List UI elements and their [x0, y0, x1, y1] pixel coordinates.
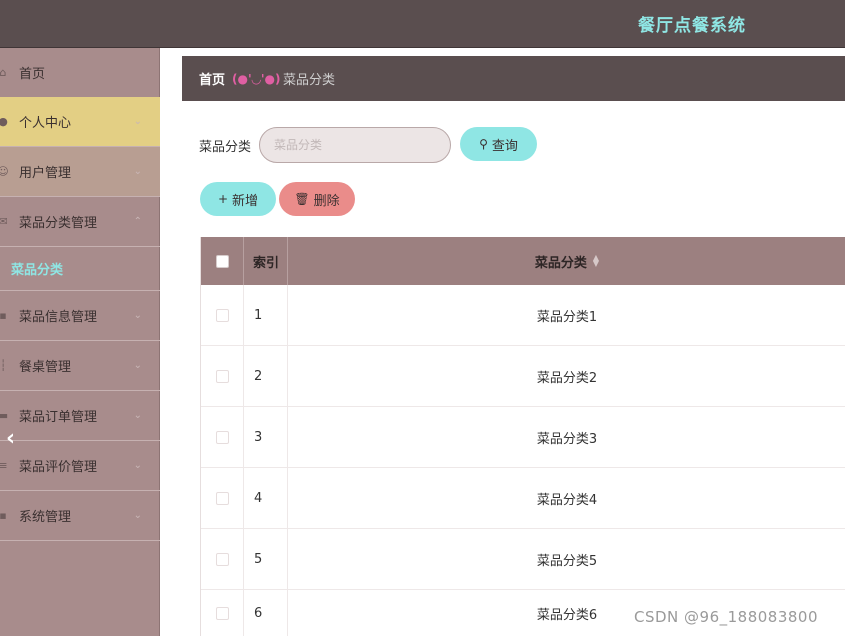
chevron-down-icon: ⌄ [133, 510, 142, 521]
home-icon: ⌂ [0, 66, 7, 79]
cell-index: 1 [244, 285, 288, 345]
search-input[interactable] [259, 127, 451, 163]
chat-icon: ▪ [0, 309, 7, 322]
add-button[interactable]: + 新增 [200, 182, 276, 216]
row-checkbox[interactable] [215, 430, 229, 444]
sidebar-item-personal-center[interactable]: ● 个人中心 ⌄ [0, 97, 160, 147]
sidebar-item-dish-info-management[interactable]: ▪ 菜品信息管理 ⌄ [0, 291, 160, 341]
cell-dish-category: 菜品分类3 [536, 431, 598, 447]
table-row[interactable]: 2 菜品分类2 [201, 346, 845, 407]
header-checkbox-cell [201, 237, 244, 285]
sidebar-item-label: 菜品评价管理 [19, 460, 98, 475]
delete-button-label: 删除 [313, 193, 340, 209]
sidebar-item-label: 首页 [19, 67, 46, 82]
query-button-label: 查询 [491, 138, 518, 154]
order-icon: ▬ [0, 409, 9, 422]
top-header: 餐厅点餐系统 [0, 0, 845, 48]
sidebar-item-dish-order-management[interactable]: ▬ 菜品订单管理 ⌄ [0, 391, 160, 441]
sidebar-item-home[interactable]: ⌂ 首页 [0, 48, 160, 98]
trash-icon: 🗑 [294, 192, 310, 206]
row-checkbox-cell [201, 468, 244, 528]
sidebar-item-label: 菜品订单管理 [19, 410, 98, 425]
sidebar-item-table-management[interactable]: ┆ 餐桌管理 ⌄ [0, 341, 160, 391]
users-icon: ☺ [0, 165, 9, 178]
cell-dish-category: 菜品分类2 [536, 370, 598, 386]
sidebar-item-label: 用户管理 [19, 166, 72, 181]
sidebar-item-dish-category-management[interactable]: ✉ 菜品分类管理 ⌃ [0, 197, 160, 247]
cell-index: 2 [244, 346, 288, 406]
query-button[interactable]: ⚲ 查询 [460, 127, 537, 161]
breadcrumb-current: 菜品分类 [283, 73, 336, 88]
mail-icon: ✉ [0, 215, 8, 228]
table-row[interactable]: 1 菜品分类1 [201, 285, 845, 346]
person-icon: ● [0, 115, 8, 128]
sidebar-item-label: 菜品分类管理 [19, 216, 98, 231]
search-label: 菜品分类 [199, 140, 252, 155]
sidebar-item-label: 餐桌管理 [19, 360, 72, 375]
sidebar-item-dish-review-management[interactable]: ≡ 菜品评价管理 ⌄ [0, 441, 160, 491]
sidebar-item-label: 系统管理 [19, 510, 72, 525]
sidebar-subitem-label: 菜品分类 [11, 263, 64, 278]
row-checkbox[interactable] [215, 552, 229, 566]
watermark: CSDN @96_188083800 [634, 608, 819, 626]
table-row[interactable]: 3 菜品分类3 [201, 407, 845, 468]
row-checkbox-cell [201, 346, 244, 406]
column-header-label: 菜品分类 [534, 255, 587, 271]
table-row[interactable]: 4 菜品分类4 [201, 468, 845, 529]
breadcrumb: 首页 (●'◡'●) 菜品分类 [182, 56, 845, 101]
chevron-down-icon: ⌄ [133, 166, 142, 177]
row-checkbox[interactable] [215, 369, 229, 383]
chevron-down-icon: ⌄ [133, 360, 142, 371]
data-table: 索引 菜品分类 ▲ ▼ 1 菜品分类1 2 菜品分类2 3 菜品分类3 4 菜品分… [200, 237, 845, 636]
app-title: 餐厅点餐系统 [638, 16, 746, 36]
chat-icon: ▪ [0, 509, 7, 522]
cell-index: 5 [244, 529, 288, 589]
breadcrumb-home-link[interactable]: 首页 [199, 69, 225, 88]
chevron-down-icon: ⌄ [133, 310, 142, 321]
sidebar-item-label: 个人中心 [19, 116, 72, 131]
chevron-down-icon: ⌄ [133, 116, 142, 127]
column-header-dish-category[interactable]: 菜品分类 ▲ ▼ [288, 237, 845, 285]
delete-button[interactable]: 🗑 删除 [279, 182, 355, 216]
plus-icon: + [217, 192, 229, 206]
table-icon: ┆ [0, 359, 7, 372]
sort-icon[interactable]: ▲ ▼ [593, 254, 599, 268]
add-button-label: 新增 [232, 193, 259, 209]
row-checkbox-cell [201, 590, 244, 636]
sidebar-item-label: 菜品信息管理 [19, 310, 98, 325]
search-icon: ⚲ [479, 137, 488, 151]
chevron-up-icon: ⌃ [133, 216, 142, 227]
cell-index: 4 [244, 468, 288, 528]
row-checkbox[interactable] [215, 308, 229, 322]
row-checkbox-cell [201, 407, 244, 467]
cell-index: 6 [244, 590, 288, 636]
breadcrumb-separator: (●'◡'●) [232, 71, 281, 86]
chevron-down-icon: ⌄ [133, 460, 142, 471]
sidebar-item-user-management[interactable]: ☺ 用户管理 ⌄ [0, 147, 160, 197]
row-checkbox[interactable] [215, 491, 229, 505]
chevron-down-icon: ⌄ [133, 410, 142, 421]
cell-dish-category: 菜品分类5 [536, 553, 598, 569]
table-row[interactable]: 5 菜品分类5 [201, 529, 845, 590]
list-icon: ≡ [0, 459, 8, 472]
cell-dish-category: 菜品分类4 [536, 492, 598, 508]
sidebar-subitem-dish-category[interactable]: 菜品分类 [0, 247, 160, 291]
table-header: 索引 菜品分类 ▲ ▼ [201, 237, 845, 285]
column-header-index: 索引 [244, 237, 288, 285]
select-all-checkbox[interactable] [215, 254, 229, 268]
cell-dish-category: 菜品分类1 [536, 309, 598, 325]
cell-index: 3 [244, 407, 288, 467]
row-checkbox-cell [201, 529, 244, 589]
sidebar-item-system-management[interactable]: ▪ 系统管理 ⌄ [0, 491, 160, 541]
row-checkbox-cell [201, 285, 244, 345]
collapse-sidebar-icon[interactable]: ‹ [6, 428, 24, 450]
row-checkbox[interactable] [215, 606, 229, 620]
sidebar: ⌂ 首页 ● 个人中心 ⌄ ☺ 用户管理 ⌄ ✉ 菜品分类管理 ⌃ 菜品分类 ▪… [0, 48, 160, 636]
